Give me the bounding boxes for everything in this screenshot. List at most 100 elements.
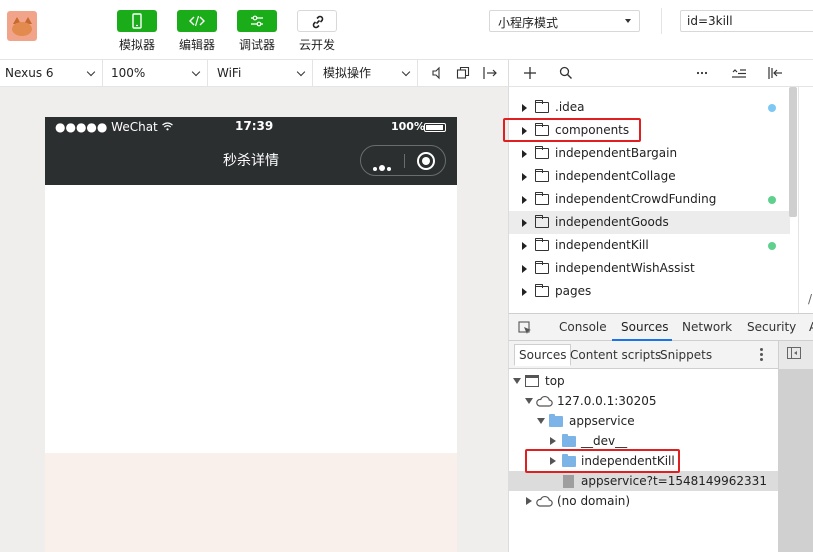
status-dot <box>768 196 776 204</box>
caret-right-icon <box>522 196 527 204</box>
source-node-independentkill[interactable]: independentKill <box>509 451 779 471</box>
source-node-label: appservice?t=1548149962331 <box>581 474 767 488</box>
simulate-ops-select[interactable]: 模拟操作 <box>313 60 418 87</box>
collapsed-arrow-icon <box>550 457 556 465</box>
tree-folder-independentbargain[interactable]: independentBargain <box>509 142 790 165</box>
chevron-down-icon <box>86 67 96 77</box>
sources-navigator: top 127.0.0.1:30205 appservice __dev__ i… <box>508 369 779 552</box>
tree-folder-independentcrowdfunding[interactable]: independentCrowdFunding <box>509 188 790 211</box>
source-node-top[interactable]: top <box>509 371 779 391</box>
folder-icon <box>535 123 549 136</box>
folder-name: pages <box>555 284 592 298</box>
tree-folder-idea[interactable]: .idea <box>509 96 790 119</box>
collapse-all-icon[interactable] <box>731 66 747 80</box>
caret-right-icon <box>522 150 527 158</box>
expanded-arrow-icon <box>513 378 521 384</box>
tree-folder-pages[interactable]: pages <box>509 280 790 303</box>
cloud-dev-button[interactable]: 云开发 <box>292 10 342 53</box>
compile-mode-select[interactable]: 小程序模式 <box>489 10 640 32</box>
sources-editor-placeholder <box>778 369 813 552</box>
source-node-host[interactable]: 127.0.0.1:30205 <box>509 391 779 411</box>
folder-icon <box>535 146 549 159</box>
source-node-appservice-file[interactable]: appservice?t=1548149962331 <box>509 471 779 491</box>
editor-button[interactable]: 编辑器 <box>172 10 222 53</box>
tree-folder-independentwishassist[interactable]: independentWishAssist <box>509 257 790 280</box>
detach-panel-icon[interactable] <box>482 66 498 80</box>
phone-screen[interactable]: ●●●●● WeChat 17:39 100% 秒杀详情 <box>45 117 457 552</box>
source-node-dev[interactable]: __dev__ <box>509 431 779 451</box>
source-node-label: (no domain) <box>557 494 631 508</box>
chevron-down-icon <box>191 67 201 77</box>
folder-icon <box>562 454 576 467</box>
chevron-down-icon <box>296 67 306 77</box>
carrier-label: ●●●●● WeChat <box>55 120 173 134</box>
subtab-content-scripts[interactable]: Content scripts <box>570 348 661 362</box>
tab-sources[interactable]: Sources <box>621 320 668 334</box>
phone-nav-bar: 秒杀详情 <box>45 137 457 185</box>
tree-folder-independentcollage[interactable]: independentCollage <box>509 165 790 188</box>
frame-icon <box>525 375 539 387</box>
avatar-face <box>12 22 32 36</box>
expanded-arrow-icon <box>525 398 533 404</box>
search-icon[interactable] <box>559 66 573 80</box>
inspect-element-icon[interactable] <box>518 321 532 335</box>
sources-subtab-bar: Sources Content scripts Snippets <box>508 341 778 369</box>
simulator-label: 模拟器 <box>118 38 155 52</box>
volume-icon[interactable] <box>430 66 444 80</box>
folder-icon <box>535 169 549 182</box>
source-node-label: 127.0.0.1:30205 <box>557 394 657 408</box>
dock-panel-icon[interactable] <box>767 66 783 80</box>
tree-folder-independentgoods[interactable]: independentGoods <box>509 211 790 234</box>
compile-param-input[interactable] <box>680 10 813 32</box>
file-icon <box>563 475 574 488</box>
zoom-select[interactable]: 100% <box>103 60 208 87</box>
device-select[interactable]: Nexus 6 <box>0 60 103 87</box>
devtools-tab-bar: Console Sources Network Security A <box>508 313 813 341</box>
subtab-sources[interactable]: Sources <box>514 344 572 366</box>
simulator-button[interactable]: 模拟器 <box>112 10 162 53</box>
toggle-sidebar-icon[interactable] <box>787 347 801 359</box>
tree-folder-independentkill[interactable]: independentKill <box>509 234 790 257</box>
folder-name: independentWishAssist <box>555 261 695 275</box>
folder-name: independentGoods <box>555 215 669 229</box>
device-value: Nexus 6 <box>5 66 54 80</box>
caret-right-icon <box>522 265 527 273</box>
chevron-down-icon <box>401 67 411 77</box>
page-content-block <box>45 453 457 552</box>
menu-capsule[interactable] <box>360 145 446 176</box>
caret-right-icon <box>522 288 527 296</box>
wifi-icon <box>161 122 173 131</box>
toolbar-divider <box>661 8 662 34</box>
more-horizontal-icon[interactable] <box>695 66 709 80</box>
zoom-value: 100% <box>111 66 146 80</box>
debugger-button[interactable]: 调试器 <box>232 10 282 53</box>
subtab-snippets[interactable]: Snippets <box>660 348 712 362</box>
file-tree: .idea components independentBargain inde… <box>508 87 798 313</box>
tab-console[interactable]: Console <box>559 320 607 334</box>
tab-network[interactable]: Network <box>682 320 732 334</box>
close-target-icon[interactable] <box>417 152 435 170</box>
simulator-area: ●●●●● WeChat 17:39 100% 秒杀详情 <box>0 87 508 552</box>
debug-icon <box>237 10 277 32</box>
source-node-appservice[interactable]: appservice <box>509 411 779 431</box>
expanded-arrow-icon <box>537 418 545 424</box>
folder-name: independentCollage <box>555 169 676 183</box>
tab-overflow[interactable]: A <box>809 320 813 334</box>
file-tree-scrollbar[interactable] <box>789 87 797 217</box>
source-node-no-domain[interactable]: (no domain) <box>509 491 779 511</box>
tab-security[interactable]: Security <box>747 320 796 334</box>
tree-folder-components[interactable]: components <box>509 119 790 142</box>
status-dot <box>768 242 776 250</box>
more-vertical-icon[interactable] <box>760 348 763 363</box>
add-icon[interactable] <box>523 66 537 80</box>
battery-percent: 100% <box>391 120 425 133</box>
network-select[interactable]: WiFi <box>208 60 313 87</box>
simulate-ops-value: 模拟操作 <box>323 66 372 80</box>
folder-name: .idea <box>555 100 585 114</box>
user-avatar[interactable] <box>7 11 37 41</box>
caret-down-icon <box>625 19 631 23</box>
window-mode-icon[interactable] <box>456 66 470 80</box>
caret-right-icon <box>522 127 527 135</box>
debugger-label: 调试器 <box>238 38 275 52</box>
more-dots-icon[interactable] <box>373 160 393 174</box>
